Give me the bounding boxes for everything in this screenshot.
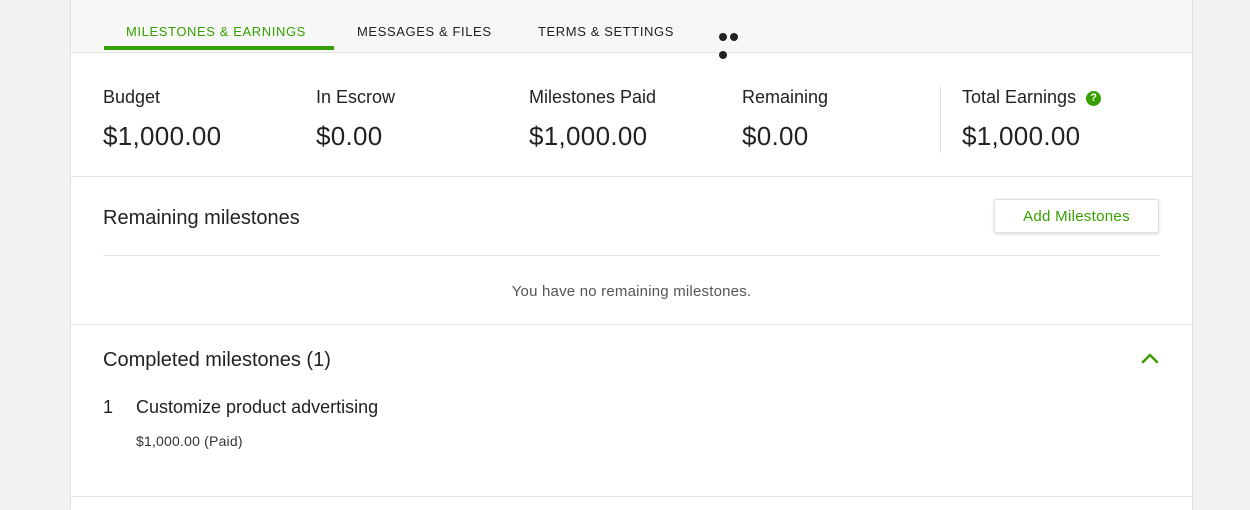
empty-state-message: You have no remaining milestones. (511, 283, 752, 300)
stats-divider (940, 86, 941, 153)
tab-terms-settings[interactable]: TERMS & SETTINGS (538, 0, 674, 53)
milestone-index: 1 (103, 397, 114, 417)
stat-value: $1,000.00 (962, 121, 1081, 151)
section-title: Completed milestones (1) (103, 349, 331, 371)
active-tab-indicator (104, 46, 334, 50)
stat-remaining: Remaining $0.00 (742, 87, 828, 152)
remaining-milestones-section: Remaining milestones Add Milestones You … (71, 177, 1192, 325)
stat-in-escrow: In Escrow $0.00 (316, 87, 395, 152)
help-icon[interactable]: ? (1086, 91, 1102, 106)
stat-milestones-paid: Milestones Paid $1,000.00 (529, 87, 656, 152)
contract-card: MILESTONES & EARNINGS MESSAGES & FILES T… (70, 0, 1193, 510)
more-horizontal-icon[interactable] (719, 28, 751, 59)
divider (103, 255, 1160, 256)
add-milestones-button[interactable]: Add Milestones (994, 199, 1159, 233)
stat-label: Remaining (742, 87, 829, 107)
completed-milestones-section: Completed milestones (1) 1 Customize pro… (71, 325, 1192, 497)
stat-label: In Escrow (316, 87, 396, 107)
stat-value: $1,000.00 (103, 121, 222, 151)
milestone-amount: $1,000.00 (Paid) (136, 433, 243, 449)
stat-value: $1,000.00 (529, 121, 648, 151)
stat-label-text: Total Earnings (962, 87, 1077, 107)
section-title: Remaining milestones (103, 207, 300, 229)
tab-messages-files[interactable]: MESSAGES & FILES (357, 0, 492, 53)
stat-label: Total Earnings? (962, 87, 1102, 108)
stat-label: Milestones Paid (529, 87, 657, 107)
earnings-summary: Budget $1,000.00 In Escrow $0.00 Milesto… (71, 53, 1192, 177)
stat-value: $0.00 (316, 121, 383, 151)
stat-budget: Budget $1,000.00 (103, 87, 221, 152)
stat-value: $0.00 (742, 121, 809, 151)
stat-label: Budget (103, 87, 161, 107)
tab-bar: MILESTONES & EARNINGS MESSAGES & FILES T… (71, 0, 1192, 59)
stat-total-earnings: Total Earnings? $1,000.00 (962, 87, 1102, 152)
milestone-title: Customize product advertising (136, 397, 379, 417)
chevron-up-icon[interactable] (1141, 352, 1159, 364)
